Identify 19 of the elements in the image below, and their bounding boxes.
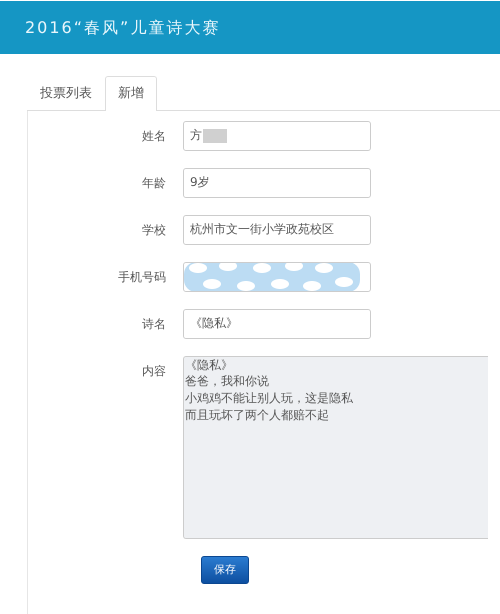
- input-field[interactable]: 9岁: [183, 168, 371, 198]
- poem-line: 爸爸，我和你说: [185, 373, 269, 390]
- input-field[interactable]: 方: [183, 120, 371, 150]
- input-field[interactable]: 杭州市文一街小学政苑校区: [183, 214, 371, 244]
- page-title: 2016“春风”儿童诗大赛: [25, 16, 220, 38]
- input-field[interactable]: 《隐私》: [183, 308, 371, 338]
- poem-line: 《隐私》: [185, 356, 233, 374]
- tab[interactable]: 投票列表: [27, 76, 105, 110]
- field-label: 学校: [141, 222, 167, 238]
- field-label: 手机号码: [117, 268, 167, 286]
- field-label: 内容: [141, 362, 167, 380]
- tab[interactable]: 新增: [105, 76, 157, 110]
- field-label: 年龄: [141, 174, 167, 192]
- poem-line: 而且玩坏了两个人都赔不起: [185, 406, 329, 424]
- input-field[interactable]: [183, 262, 371, 292]
- field-label: 诗名: [141, 316, 167, 332]
- field-label: 姓名: [141, 128, 167, 144]
- save-button[interactable]: 保存: [201, 556, 249, 584]
- poem-line: 小鸡鸡不能让别人玩，这是隐私: [185, 390, 353, 407]
